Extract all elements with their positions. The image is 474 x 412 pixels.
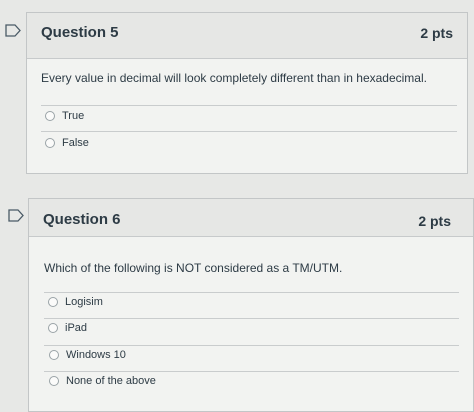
answer-label: Logisim xyxy=(65,296,103,308)
radio-button[interactable] xyxy=(48,323,58,333)
question-text: Every value in decimal will look complet… xyxy=(41,71,427,85)
answer-label: False xyxy=(62,137,89,149)
question-text: Which of the following is NOT considered… xyxy=(44,261,343,275)
flag-question-icon[interactable] xyxy=(5,24,21,37)
question-card: Question 5 2 pts Every value in decimal … xyxy=(26,12,468,174)
question-points: 2 pts xyxy=(418,213,451,229)
divider xyxy=(41,105,457,106)
answer-label: iPad xyxy=(65,322,88,334)
divider xyxy=(44,345,459,346)
answer-label: Windows 10 xyxy=(66,349,126,361)
divider xyxy=(44,292,459,293)
question-title: Question 5 xyxy=(41,24,119,41)
question-card: Question 6 2 pts Which of the following … xyxy=(28,198,474,412)
question-header: Question 5 2 pts xyxy=(27,13,467,59)
divider xyxy=(41,131,457,132)
question-header: Question 6 2 pts xyxy=(29,199,473,237)
answer-option[interactable]: True xyxy=(45,110,84,122)
answer-option[interactable]: Windows 10 xyxy=(49,349,126,361)
question-points: 2 pts xyxy=(420,25,453,41)
radio-button[interactable] xyxy=(45,111,55,121)
answer-option[interactable]: None of the above xyxy=(49,375,156,387)
radio-button[interactable] xyxy=(45,138,55,148)
answer-option[interactable]: iPad xyxy=(48,322,87,334)
divider xyxy=(44,371,459,372)
divider xyxy=(44,318,459,319)
answer-option[interactable]: Logisim xyxy=(48,296,103,308)
radio-button[interactable] xyxy=(48,297,58,307)
answer-label: None of the above xyxy=(66,375,156,387)
answer-label: True xyxy=(62,110,85,122)
question-title: Question 6 xyxy=(43,211,121,228)
radio-button[interactable] xyxy=(49,350,59,360)
flag-question-icon[interactable] xyxy=(8,209,24,222)
answer-option[interactable]: False xyxy=(45,137,89,149)
radio-button[interactable] xyxy=(49,376,59,386)
